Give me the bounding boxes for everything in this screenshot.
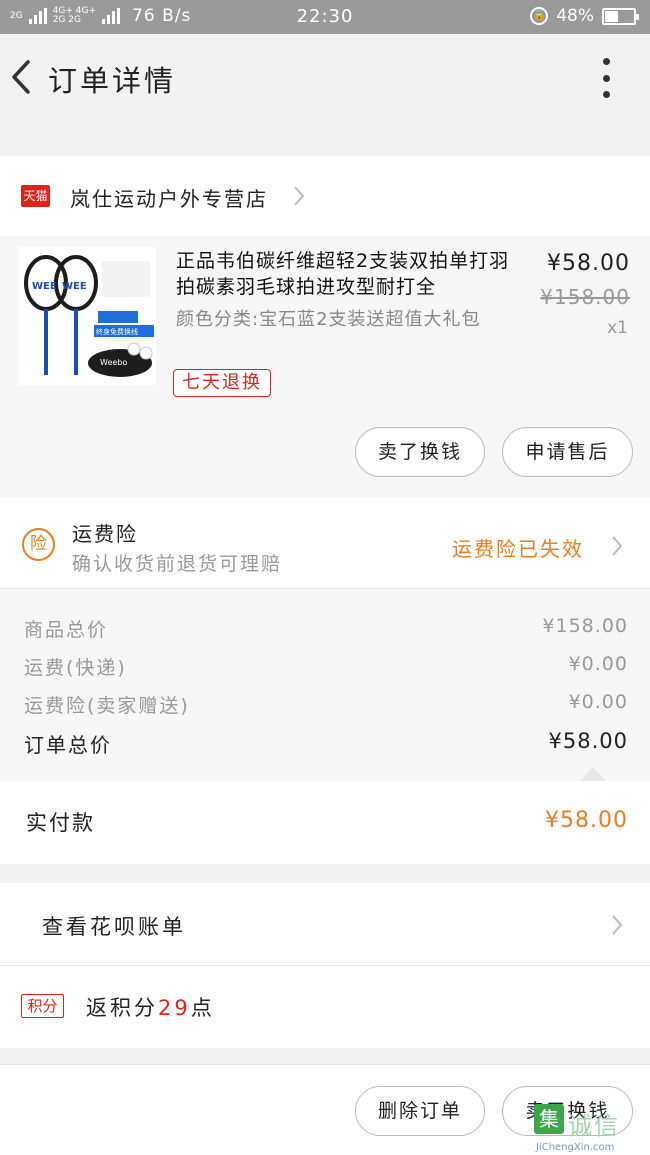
expand-caret-icon[interactable] (580, 767, 606, 781)
watermark-logo-icon: 集 (534, 1104, 564, 1134)
product-item[interactable]: WEE WEE 终身免费换线 Weebo 正品韦伯碳纤维超轻2支装双拍单打羽拍碳… (0, 236, 650, 498)
points-tag: 积分 (21, 994, 64, 1018)
chevron-right-icon (612, 915, 623, 935)
product-quantity: x1 (607, 318, 628, 338)
chevron-right-icon (612, 536, 623, 556)
racket-brand-logo: WEE (32, 281, 57, 292)
product-price: ¥58.00 (547, 251, 630, 276)
app-header: 订单详情 (0, 34, 650, 120)
summary-value: ¥0.00 (568, 691, 628, 713)
battery-fill (605, 10, 619, 22)
chevron-right-icon (294, 186, 305, 206)
back-arrow-icon[interactable] (8, 56, 38, 98)
return-policy-badge: 七天退换 (173, 369, 271, 397)
order-total-label: 订单总价 (24, 733, 112, 757)
site-watermark: 集 诚信 JiChengXin.com (532, 1104, 650, 1155)
shipping-insurance-row[interactable]: 险 运费险 确认收货前退货可理赔 运费险已失效 (0, 498, 650, 589)
tmall-logo-icon: 天猫 (21, 185, 50, 207)
status-right: 🔒 48% (530, 6, 639, 26)
insurance-status: 运费险已失效 (452, 537, 584, 561)
battery-percent: 48% (556, 6, 594, 26)
price-summary: 商品总价 ¥158.00 运费(快递) ¥0.00 运费险(卖家赠送) ¥0.0… (0, 589, 650, 781)
summary-label: 运费(快递) (24, 657, 127, 679)
sell-for-cash-button[interactable]: 卖了换钱 (355, 427, 485, 477)
actual-payment-row: 实付款 ¥58.00 (0, 781, 650, 864)
huabei-bill-row[interactable]: 查看花呗账单 (0, 883, 650, 966)
points-count: 29 (158, 996, 191, 1020)
bag-brand: Weebo (100, 358, 127, 367)
summary-label: 商品总价 (24, 619, 109, 641)
points-suffix: 点 (190, 996, 215, 1020)
after-sale-button[interactable]: 申请售后 (502, 427, 633, 477)
battery-icon (602, 7, 639, 25)
store-row[interactable]: 天猫 岚仕运动户外专营店 (0, 156, 650, 236)
status-bar: 2G 4G+ 4G+ 2G 2G 76 B/s 22:30 🔒 48% (0, 0, 650, 34)
thumb-promo-text: 终身免费换线 (96, 327, 138, 336)
order-total-value: ¥58.00 (548, 729, 628, 753)
actual-payment-value: ¥58.00 (545, 808, 628, 833)
summary-row: 商品总价 ¥158.00 (24, 615, 628, 645)
summary-row: 运费险(卖家赠送) ¥0.00 (24, 691, 628, 721)
summary-row: 运费(快递) ¥0.00 (24, 653, 628, 683)
insurance-subtitle: 确认收货前退货可理赔 (72, 553, 283, 575)
delete-order-button[interactable]: 删除订单 (355, 1086, 485, 1136)
points-prefix: 返积分 (86, 996, 158, 1020)
page-title: 订单详情 (48, 64, 177, 98)
more-options-icon[interactable] (596, 58, 616, 98)
summary-value: ¥158.00 (542, 615, 628, 637)
watermark-brand: 诚信 (568, 1112, 620, 1140)
badminton-racket-image: WEE WEE 终身免费换线 Weebo (18, 247, 156, 385)
product-title[interactable]: 正品韦伯碳纤维超轻2支装双拍单打羽拍碳素羽毛球拍进攻型耐打全 (176, 248, 521, 300)
order-total-row: 订单总价 ¥58.00 (24, 729, 628, 759)
points-text: 返积分29点 (86, 992, 215, 1022)
rotation-lock-icon: 🔒 (530, 7, 549, 25)
summary-label: 运费险(卖家赠送) (24, 695, 190, 717)
summary-value: ¥0.00 (568, 653, 628, 675)
racket-brand-logo-2: WEE (62, 281, 87, 292)
huabei-bill-label[interactable]: 查看花呗账单 (42, 911, 186, 941)
insurance-title: 运费险 (72, 522, 138, 546)
product-original-price: ¥158.00 (540, 285, 630, 309)
points-row: 积分 返积分29点 (0, 966, 650, 1048)
product-image[interactable]: WEE WEE 终身免费换线 Weebo (18, 247, 156, 385)
store-name[interactable]: 岚仕运动户外专营店 (70, 183, 268, 212)
product-spec: 颜色分类:宝石蓝2支装送超值大礼包 (176, 309, 481, 330)
watermark-url: JiChengXin.com (536, 1142, 615, 1153)
actual-payment-label: 实付款 (26, 811, 95, 835)
insurance-icon: 险 (22, 528, 55, 561)
